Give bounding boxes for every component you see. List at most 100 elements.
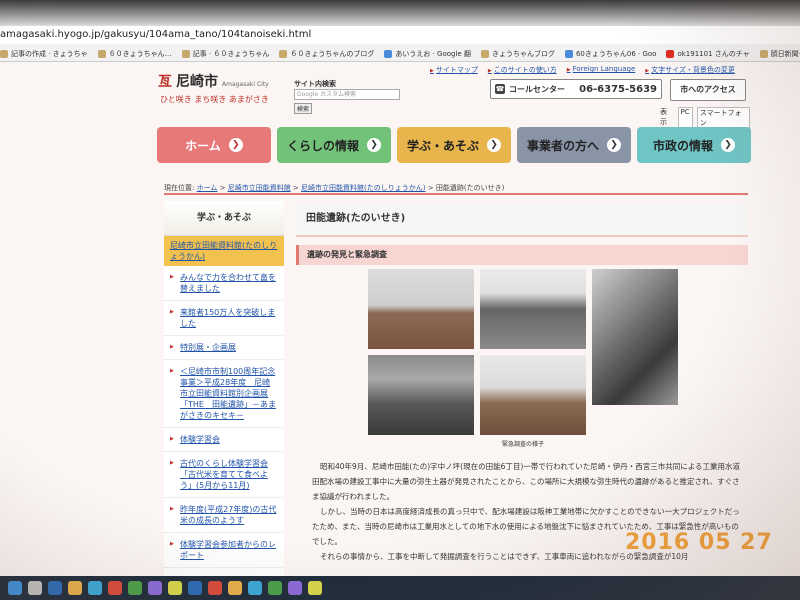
excavation-photo [592, 269, 678, 405]
screen: amagasaki.hyogo.jp/gakusyu/104ama_tano/1… [0, 0, 800, 600]
bookmark-item[interactable]: ok191101 さんのチャ [666, 44, 750, 61]
edge-icon[interactable] [48, 581, 62, 595]
sidebar-item[interactable]: 古代のくらし体験学習会「古代米を育てて食べよう」(5月から11月) [164, 452, 284, 498]
call-center-button[interactable]: ☎ コールセンター 06-6375-5639 [490, 79, 662, 99]
chevron-right-icon: ❯ [367, 138, 381, 152]
search-icon[interactable] [28, 581, 42, 595]
divider [164, 193, 748, 195]
global-nav: ホーム ❯ くらしの情報 ❯ 学ぶ・あそぶ ❯ 事業者の方へ ❯ 市政の情報 ❯ [157, 127, 751, 163]
call-center-label: コールセンター [509, 84, 565, 94]
youtube-icon [666, 50, 675, 58]
logo-en: Amagasaki City [222, 81, 269, 88]
address-bar[interactable]: amagasaki.hyogo.jp/gakusyu/104ama_tano/1… [0, 26, 800, 45]
logo-name: 尼崎市 [176, 74, 218, 90]
sidebar-item[interactable]: 体験学習会 [164, 428, 284, 452]
bookmark-item[interactable]: あいうえお · Google 翻 [384, 44, 471, 61]
windows-start-icon[interactable] [8, 581, 22, 595]
bookmark-item[interactable]: きょうちゃんブログ [480, 44, 555, 61]
bookmarks-bar: 記事の作成 · きょうちゃ ６０きょうちゃん… 記事 · ６０きょうちゃん ６０… [0, 44, 800, 62]
folder-icon [279, 50, 288, 58]
paragraph: 昭和40年9月、尼崎市田能(たの)字中ノ坪(現在の田能6丁目)一帯で行われていた… [312, 462, 740, 501]
bookmark-item[interactable]: ６０きょうちゃん… [97, 44, 172, 61]
web-page: 亙 尼崎市 Amagasaki City ひと咲き まち咲き あまがさき サイト… [150, 61, 751, 578]
folder-icon [480, 50, 489, 58]
sitemap-link[interactable]: サイトマップ [430, 65, 478, 75]
search-button[interactable]: 検索 [294, 103, 313, 114]
section-heading: 遺跡の発見と緊急調査 [296, 245, 748, 265]
google-icon [384, 50, 393, 58]
app-icon[interactable] [248, 581, 262, 595]
nav-life[interactable]: くらしの情報 ❯ [277, 127, 391, 163]
photo-date-stamp: 2016 05 27 [625, 530, 773, 555]
bookmark-item[interactable]: 顔日新聞デジタル [759, 44, 800, 61]
google-icon [564, 50, 573, 58]
display-pc[interactable]: PC [677, 107, 693, 129]
search-input[interactable]: Google カスタム検索 [294, 89, 400, 100]
breadcrumb-museum[interactable]: 尼崎市立田能資料館 [228, 184, 291, 192]
nav-home[interactable]: ホーム ❯ [157, 127, 271, 163]
display-switch: 表示 PC スマートフォン [660, 107, 750, 129]
bookmark-item[interactable]: 60きょうちゃん06 · Goo [564, 44, 656, 61]
address-url[interactable]: amagasaki.hyogo.jp/gakusyu/104ama_tano/1… [0, 29, 311, 40]
display-smartphone[interactable]: スマートフォン [696, 107, 750, 129]
sidebar-item[interactable]: みんなで力を合わせて畠を替えました [164, 266, 284, 301]
sidebar-heading: 学ぶ・あそぶ [164, 201, 284, 236]
site-tagline: ひと咲き まち咲き あまがさき [160, 95, 269, 104]
excavation-photo [480, 269, 586, 349]
chevron-right-icon: ❯ [607, 138, 621, 152]
store-icon[interactable] [88, 581, 102, 595]
app-icon[interactable] [208, 581, 222, 595]
browser-tab-strip [0, 0, 800, 26]
sidebar-item[interactable]: 体験学習会参加者からのレポート [164, 533, 284, 568]
excavation-photo [480, 355, 586, 435]
folder-icon [97, 50, 106, 58]
chevron-right-icon: ❯ [487, 138, 501, 152]
folder-icon [181, 50, 190, 58]
app-icon[interactable] [168, 581, 182, 595]
phone-icon: ☎ [495, 84, 505, 94]
folder-icon [759, 50, 768, 58]
page-title: 田能遺跡(たのいせき) [296, 203, 748, 237]
app-icon[interactable] [308, 581, 322, 595]
sidebar-item[interactable]: 来館者150万人を突破しました [164, 301, 284, 336]
breadcrumb-home[interactable]: ホーム [197, 184, 218, 192]
nav-learn[interactable]: 学ぶ・あそぶ ❯ [397, 127, 511, 163]
folder-icon[interactable] [68, 581, 82, 595]
call-center-number: 06-6375-5639 [579, 83, 657, 95]
taskbar [0, 576, 800, 600]
sidebar-item[interactable]: 特別展・企画展 [164, 336, 284, 360]
breadcrumb-current: 田能遺跡(たのいせき) [435, 184, 505, 192]
folder-icon [0, 50, 8, 58]
chevron-right-icon: ❯ [721, 138, 735, 152]
photo-caption: 緊急調査の様子 [501, 441, 544, 448]
app-icon[interactable] [148, 581, 162, 595]
bookmark-item[interactable]: 記事 · ６０きょうちゃん [181, 44, 269, 61]
site-logo[interactable]: 亙 尼崎市 Amagasaki City [158, 71, 269, 91]
app-icon[interactable] [188, 581, 202, 595]
search-label: サイト内検索 [294, 80, 336, 88]
nav-business[interactable]: 事業者の方へ ❯ [517, 127, 631, 163]
app-icon[interactable] [268, 581, 282, 595]
main-content: 田能遺跡(たのいせき) 遺跡の発見と緊急調査 緊急調査の様子 昭和40年9月、尼… [296, 203, 748, 578]
excavation-photo [368, 269, 474, 349]
access-button[interactable]: 市へのアクセス [670, 79, 746, 101]
nav-city[interactable]: 市政の情報 ❯ [637, 127, 751, 163]
app-icon[interactable] [288, 581, 302, 595]
breadcrumb-museum-full[interactable]: 尼崎市立田能資料館(たのしりょうかん) [301, 184, 425, 192]
app-icon[interactable] [228, 581, 242, 595]
chrome-icon[interactable] [108, 581, 122, 595]
breadcrumb: 現在位置: ホーム > 尼崎市立田能資料館 > 尼崎市立田能資料館(たのしりょう… [164, 184, 505, 192]
sidebar-item[interactable]: 昨年度(平成27年度)の古代米の成長のようす [164, 498, 284, 533]
chevron-right-icon: ❯ [228, 138, 243, 152]
sidebar: 学ぶ・あそぶ 尼崎市立田能資料館(たのしりょうかん) みんなで力を合わせて畠を替… [164, 201, 284, 576]
excavation-photo [368, 355, 474, 435]
utility-links: サイトマップ このサイトの使い方 Foreign Language 文字サイズ・… [430, 65, 735, 75]
app-icon[interactable] [128, 581, 142, 595]
sidebar-item-current[interactable]: 尼崎市立田能資料館(たのしりょうかん) [164, 236, 284, 266]
bookmark-item[interactable]: 記事の作成 · きょうちゃ [0, 44, 88, 61]
sidebar-item[interactable]: ＜尼崎市市制100周年記念事業＞平成28年度 尼崎市立田能資料館別企画展「THE… [164, 360, 284, 428]
foreign-language-link[interactable]: Foreign Language [567, 65, 636, 75]
how-to-use-link[interactable]: このサイトの使い方 [488, 65, 557, 75]
text-size-link[interactable]: 文字サイズ・背景色の変更 [645, 65, 735, 75]
bookmark-item[interactable]: ６０きょうちゃんのブログ [279, 44, 374, 61]
